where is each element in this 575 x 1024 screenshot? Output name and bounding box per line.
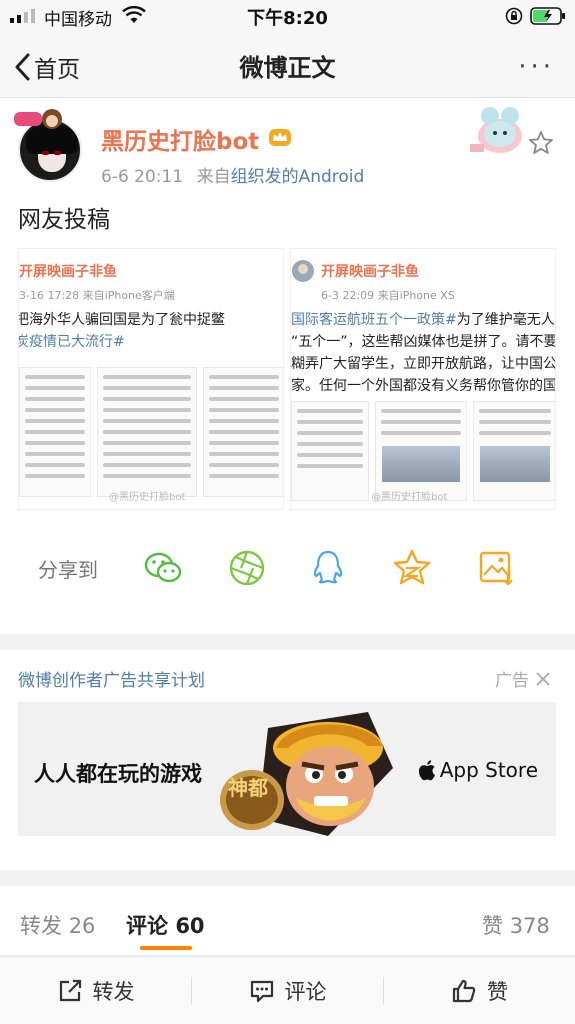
screenshot-thumb: [97, 367, 197, 497]
image-avatar-icon: [292, 260, 314, 282]
repost-icon: [59, 979, 81, 1002]
tab-label: 转发: [20, 914, 62, 938]
image-watermark: @黑历史打脸bot: [109, 492, 186, 503]
comment-label: 评论: [284, 980, 327, 1004]
like-label: 赞: [487, 980, 508, 1004]
clock: 下午8:20: [247, 8, 328, 29]
bottom-action-bar: 转发 评论 赞: [0, 956, 575, 1024]
tab-count: 60: [175, 914, 205, 938]
image-username: 开屏映画子非鱼: [321, 264, 419, 280]
favorite-star-icon[interactable]: [528, 130, 554, 156]
avatar-decoration-icon: [14, 109, 62, 129]
tab-comments[interactable]: 评论 60: [126, 910, 205, 940]
ad-program-title[interactable]: 微博创作者广告共享计划: [18, 666, 205, 691]
navigation-bar: 首页 微博正文 ···: [0, 32, 575, 98]
page-title: 微博正文: [239, 54, 336, 82]
comment-icon: [250, 980, 273, 1003]
tab-likes[interactable]: 赞 378: [482, 910, 550, 940]
thumbs-up-icon: [452, 979, 476, 1003]
image-text-line: 为了维护毫无人道: [456, 312, 555, 328]
ad-label: 广告: [495, 671, 529, 691]
section-divider: [0, 634, 575, 650]
app-store-badge: App Store: [418, 758, 538, 782]
comment-button[interactable]: 评论: [192, 957, 383, 1024]
image-username: 开屏映画子非鱼: [19, 264, 117, 280]
qzone-icon[interactable]: [392, 548, 432, 588]
airplane-photo: [382, 446, 460, 482]
post-meta: 6-6 20:11 来自组织发的Android: [101, 162, 364, 187]
post-text: 网友投稿: [18, 207, 110, 233]
moments-icon[interactable]: [227, 548, 267, 588]
status-bar: 中国移动 下午8:20: [0, 0, 575, 32]
save-image-icon[interactable]: [476, 548, 516, 588]
avatar-eye: [42, 151, 49, 155]
image-watermark: @黑历史打脸bot: [371, 492, 448, 503]
image-hashtag: 炭疫情已大流行#: [18, 334, 125, 350]
image-meta: 6-3 22:09 来自iPhone XS: [321, 289, 455, 302]
post-source[interactable]: 组织发的Android: [231, 167, 365, 187]
active-tab-indicator: [140, 946, 192, 950]
wechat-icon[interactable]: [143, 548, 183, 588]
decoration-sticker-icon: [470, 107, 522, 153]
image-text: 把海外华人骗回国是为了瓮中捉鳖 炭疫情已大流行#: [18, 309, 225, 353]
ad-tag: 广告: [495, 666, 551, 691]
more-options-button[interactable]: ···: [518, 52, 555, 82]
share-row: 分享到: [0, 534, 575, 598]
battery-icon: [530, 7, 565, 25]
qq-icon[interactable]: [308, 548, 348, 588]
tab-reposts[interactable]: 转发 26: [20, 910, 95, 940]
vip-crown-icon: [269, 129, 291, 146]
ad-card: 微博创作者广告共享计划 广告 人人都在玩的游戏 神都 App Store: [0, 650, 575, 870]
post-timestamp: 6-6 20:11: [101, 167, 184, 187]
screenshot-thumb: [473, 401, 555, 501]
game-badge-text: 神都: [228, 776, 268, 800]
app-store-label: App Store: [439, 758, 538, 782]
repost-button[interactable]: 转发: [0, 957, 191, 1024]
tab-count: 378: [509, 914, 550, 938]
post-image-1[interactable]: 开屏映画子非鱼 3-16 17:28 来自iPhone客户端 把海外华人骗回国是…: [18, 248, 284, 510]
rotation-lock-icon: [505, 7, 523, 25]
tab-label: 赞: [482, 914, 503, 938]
avatar-eye: [54, 151, 61, 155]
image-hashtag: 国际客运航班五个一政策#: [291, 312, 457, 328]
image-text-line: 把海外华人骗回国是为了瓮中捉鳖: [18, 312, 225, 328]
image-text-line: 家。任何一个外国都没有义务帮你管你的国: [291, 378, 556, 394]
section-divider: [0, 870, 575, 886]
tab-label: 评论: [126, 914, 168, 938]
ad-banner[interactable]: 人人都在玩的游戏 神都 App Store: [18, 702, 556, 836]
post-username[interactable]: 黑历史打脸bot: [101, 122, 259, 156]
repost-label: 转发: [92, 980, 135, 1004]
post-source-prefix: 来自: [196, 167, 231, 187]
post-image-grid: 开屏映画子非鱼 3-16 17:28 来自iPhone客户端 把海外华人骗回国是…: [18, 248, 556, 510]
engagement-tabs: 转发 26 评论 60 赞 378: [0, 886, 575, 956]
close-icon[interactable]: [535, 671, 551, 687]
airplane-photo: [480, 446, 550, 482]
image-text: 国际客运航班五个一政策#为了维护毫无人道 “五个一”，这些帮凶媒体也是拼了。请不…: [291, 309, 556, 397]
screenshot-thumb: [19, 367, 91, 497]
image-text-line: 糊弄广大留学生，立即开放航路，让中国公民: [291, 356, 556, 372]
image-meta: 3-16 17:28 来自iPhone客户端: [19, 289, 175, 302]
screenshot-thumb: [291, 401, 369, 501]
share-label: 分享到: [38, 558, 98, 582]
ad-slogan: 人人都在玩的游戏: [34, 762, 202, 786]
image-text-line: “五个一”，这些帮凶媒体也是拼了。请不要绑: [291, 334, 556, 350]
post-image-2[interactable]: 开屏映画子非鱼 6-3 22:09 来自iPhone XS 国际客运航班五个一政…: [290, 248, 556, 510]
like-button[interactable]: 赞: [384, 957, 575, 1024]
apple-icon: [418, 760, 435, 781]
weibo-post: 黑历史打脸bot 6-6 20:11 来自组织发的Android 网友投稿 开屏…: [0, 98, 575, 634]
screenshot-thumb: [375, 401, 467, 501]
tab-count: 26: [68, 914, 96, 938]
screenshot-thumb: [203, 367, 283, 497]
